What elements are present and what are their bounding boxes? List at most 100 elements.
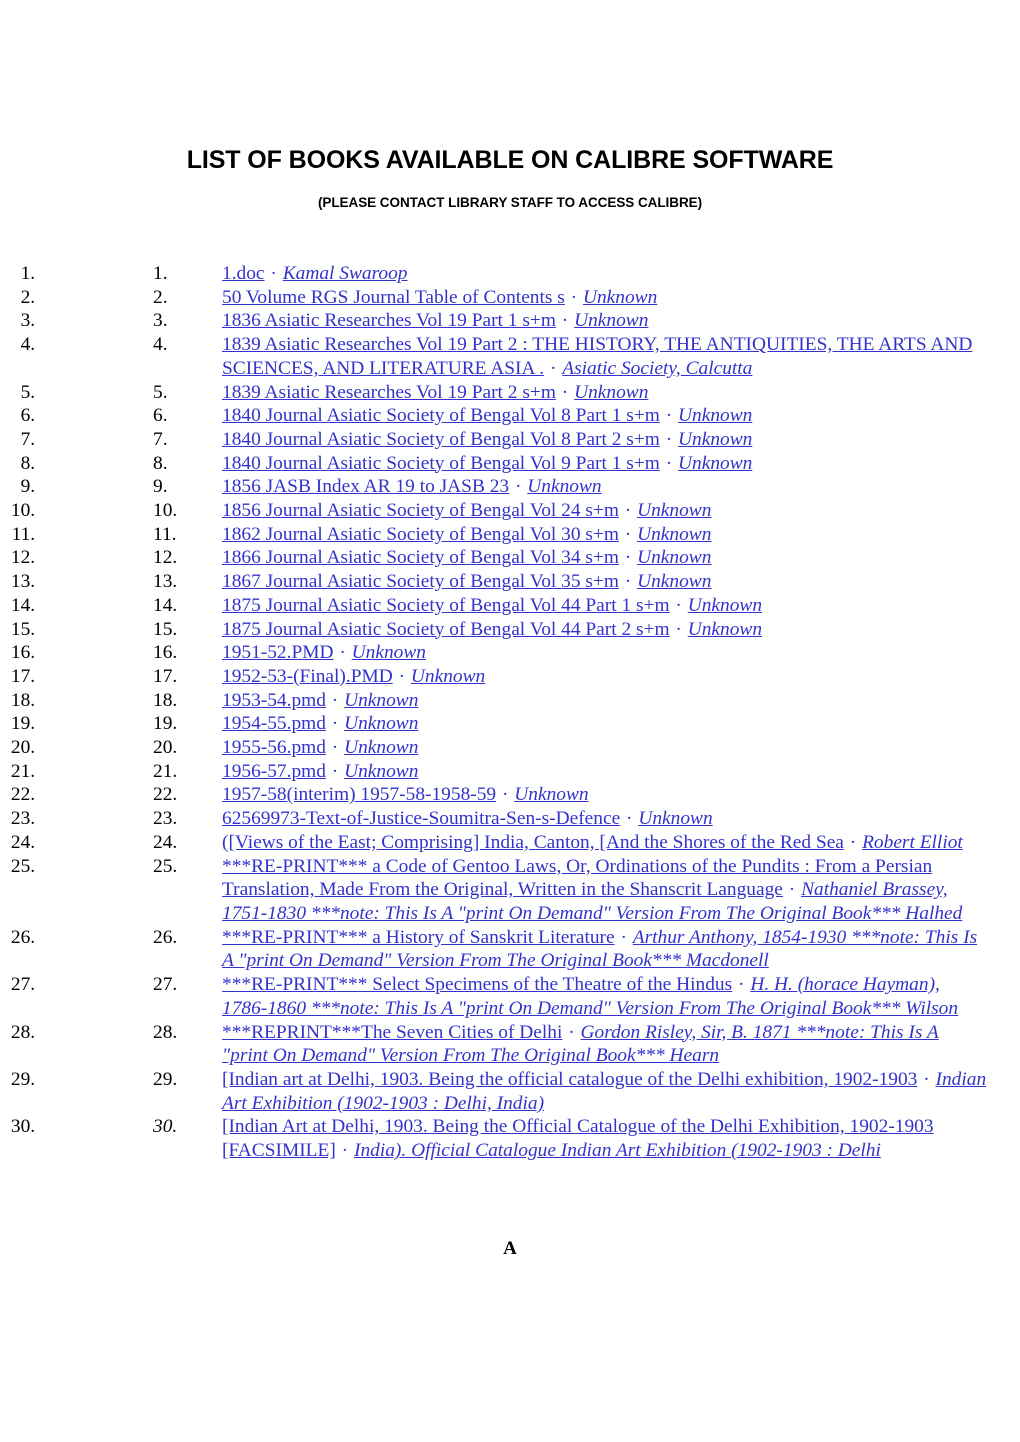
book-author-link[interactable]: Unknown — [678, 429, 752, 450]
book-author-link[interactable]: Unknown — [411, 666, 485, 687]
list-item-number: 25. — [153, 855, 178, 877]
book-title-link[interactable]: [Indian art at Delhi, 1903. Being the of… — [222, 1069, 917, 1090]
title-author-separator: · — [326, 760, 344, 782]
title-author-separator: · — [783, 879, 801, 901]
list-item-number: 14. — [153, 594, 178, 616]
list-item-number: 18. — [153, 689, 178, 711]
book-title-link[interactable]: 1840 Journal Asiatic Society of Bengal V… — [222, 429, 660, 450]
book-author-link[interactable]: Unknown — [344, 761, 418, 782]
title-author-separator: · — [334, 642, 351, 664]
book-title-link[interactable]: 1840 Journal Asiatic Society of Bengal V… — [222, 405, 660, 426]
book-author-link[interactable]: Unknown — [344, 690, 418, 711]
title-author-separator: · — [545, 357, 562, 379]
list-item: 23. 62569973-Text-of-Justice-Soumitra-Sen… — [40, 807, 1020, 831]
list-item: 21. 1956-57.pmd · Unknown — [40, 760, 1020, 784]
book-title-link[interactable]: 1839 Asiatic Researches Vol 19 Part 2 s+… — [222, 382, 556, 403]
list-item: 4. 1839 Asiatic Researches Vol 19 Part 2 … — [40, 333, 1020, 380]
list-item: 24. ([Views of the East; Comprising] Indi… — [40, 831, 1020, 855]
book-author-link[interactable]: Unknown — [637, 524, 711, 545]
book-author-link[interactable]: Unknown — [574, 382, 648, 403]
list-item-number: 10. — [153, 500, 178, 522]
book-title-link[interactable]: 1957-58(interim) 1957-58-1958-59 — [222, 784, 496, 805]
book-title-link[interactable]: 1.doc — [222, 263, 265, 284]
book-title-link[interactable]: 1956-57.pmd — [222, 761, 326, 782]
list-item: 15. 1875 Journal Asiatic Society of Benga… — [40, 618, 1020, 642]
book-title-link[interactable]: 1856 JASB Index AR 19 to JASB 23 — [222, 476, 509, 497]
list-item-number: 19. — [153, 713, 178, 735]
book-author-link[interactable]: Unknown — [638, 808, 712, 829]
list-item-body: 1.doc · Kamal Swaroop — [222, 262, 988, 286]
book-title-link[interactable]: 1951-52.PMD — [222, 642, 334, 663]
book-author-link[interactable]: Unknown — [688, 619, 762, 640]
book-author-link[interactable]: Unknown — [352, 642, 426, 663]
list-item: 6. 1840 Journal Asiatic Society of Bengal… — [40, 404, 1020, 428]
book-title-link[interactable]: 1836 Asiatic Researches Vol 19 Part 1 s+… — [222, 310, 556, 331]
list-item-body: [Indian art at Delhi, 1903. Being the of… — [222, 1068, 988, 1115]
list-item-number: 1. — [153, 263, 168, 284]
title-author-separator: · — [660, 428, 678, 450]
title-author-separator: · — [265, 263, 282, 284]
list-item-body: 1875 Journal Asiatic Society of Bengal V… — [222, 594, 988, 618]
book-title-link[interactable]: 1867 Journal Asiatic Society of Bengal V… — [222, 571, 619, 592]
list-item-number: 27. — [153, 974, 178, 996]
list-item-body: 1840 Journal Asiatic Society of Bengal V… — [222, 428, 988, 452]
book-title-link[interactable]: 1952-53-(Final).PMD — [222, 666, 393, 687]
list-item-number: 23. — [153, 808, 178, 830]
list-item-body: 1862 Journal Asiatic Society of Bengal V… — [222, 523, 988, 547]
book-author-link[interactable]: Unknown — [637, 547, 711, 568]
book-author-link[interactable]: Unknown — [583, 287, 657, 308]
book-title-link[interactable]: 1875 Journal Asiatic Society of Bengal V… — [222, 595, 670, 616]
list-item: 30. [Indian Art at Delhi, 1903. Being the… — [40, 1115, 1020, 1162]
title-author-separator: · — [660, 452, 678, 474]
title-author-separator: · — [619, 500, 637, 522]
list-item-body: 1840 Journal Asiatic Society of Bengal V… — [222, 404, 988, 428]
book-author-link[interactable]: Unknown — [514, 784, 588, 805]
book-author-link[interactable]: Unknown — [527, 476, 601, 497]
title-author-separator: · — [619, 523, 637, 545]
list-item: 3. 1836 Asiatic Researches Vol 19 Part 1 … — [40, 309, 1020, 333]
book-title-link[interactable]: 1840 Journal Asiatic Society of Bengal V… — [222, 453, 660, 474]
book-author-link[interactable]: Unknown — [574, 310, 648, 331]
list-item-body: ***RE-PRINT*** Select Specimens of the T… — [222, 973, 988, 1020]
book-author-link[interactable]: Asiatic Society, Calcutta — [562, 358, 752, 379]
book-author-link[interactable]: Unknown — [344, 737, 418, 758]
title-author-separator: · — [660, 405, 678, 427]
book-title-link[interactable]: ([Views of the East; Comprising] India, … — [222, 832, 844, 853]
list-item-number: 7. — [153, 428, 168, 450]
book-author-link[interactable]: Unknown — [344, 713, 418, 734]
book-author-link[interactable]: Unknown — [678, 453, 752, 474]
book-author-link[interactable]: India). Official Catalogue Indian Art Ex… — [354, 1140, 881, 1161]
list-item: 26. ***RE-PRINT*** a History of Sanskrit … — [40, 926, 1020, 973]
book-title-link[interactable]: 1953-54.pmd — [222, 690, 326, 711]
book-author-link[interactable]: Unknown — [688, 595, 762, 616]
list-item: 11. 1862 Journal Asiatic Society of Benga… — [40, 523, 1020, 547]
list-item: 1. 1.doc · Kamal Swaroop — [40, 262, 1020, 286]
book-author-link[interactable]: Kamal Swaroop — [283, 263, 408, 284]
book-title-link[interactable]: 1955-56.pmd — [222, 737, 326, 758]
list-item-body: 1867 Journal Asiatic Society of Bengal V… — [222, 570, 988, 594]
list-item-body: 1856 JASB Index AR 19 to JASB 23 · Unkno… — [222, 475, 988, 499]
book-title-link[interactable]: ***RE-PRINT*** a History of Sanskrit Lit… — [222, 927, 615, 948]
book-title-link[interactable]: 50 Volume RGS Journal Table of Contents … — [222, 287, 565, 308]
list-item-number: 26. — [153, 926, 178, 948]
book-author-link[interactable]: Unknown — [678, 405, 752, 426]
book-author-link[interactable]: Unknown — [637, 571, 711, 592]
book-author-link[interactable]: Unknown — [637, 500, 711, 521]
book-title-link[interactable]: 1866 Journal Asiatic Society of Bengal V… — [222, 547, 619, 568]
document-page: LIST OF BOOKS AVAILABLE ON CALIBRE SOFTW… — [0, 0, 1020, 1442]
page-title: LIST OF BOOKS AVAILABLE ON CALIBRE SOFTW… — [186, 145, 834, 174]
book-title-link[interactable]: ***RE-PRINT*** Select Specimens of the T… — [222, 974, 732, 995]
book-title-link[interactable]: 62569973-Text-of-Justice-Soumitra-Sen-s-… — [222, 808, 620, 829]
list-item: 25. ***RE-PRINT*** a Code of Gentoo Laws,… — [40, 855, 1020, 926]
book-title-link[interactable]: ***REPRINT***The Seven Cities of Delhi — [222, 1022, 562, 1043]
title-author-separator: · — [615, 926, 632, 948]
book-title-link[interactable]: 1856 Journal Asiatic Society of Bengal V… — [222, 500, 619, 521]
list-item-body: ([Views of the East; Comprising] India, … — [222, 831, 988, 855]
list-item: 9. 1856 JASB Index AR 19 to JASB 23 · Unk… — [40, 475, 1020, 499]
list-item: 18. 1953-54.pmd · Unknown — [40, 689, 1020, 713]
book-author-link[interactable]: Robert Elliot — [862, 832, 963, 853]
list-item-body: 1951-52.PMD · Unknown — [222, 641, 988, 665]
book-title-link[interactable]: 1862 Journal Asiatic Society of Bengal V… — [222, 524, 619, 545]
book-title-link[interactable]: 1875 Journal Asiatic Society of Bengal V… — [222, 619, 670, 640]
book-title-link[interactable]: 1954-55.pmd — [222, 713, 326, 734]
